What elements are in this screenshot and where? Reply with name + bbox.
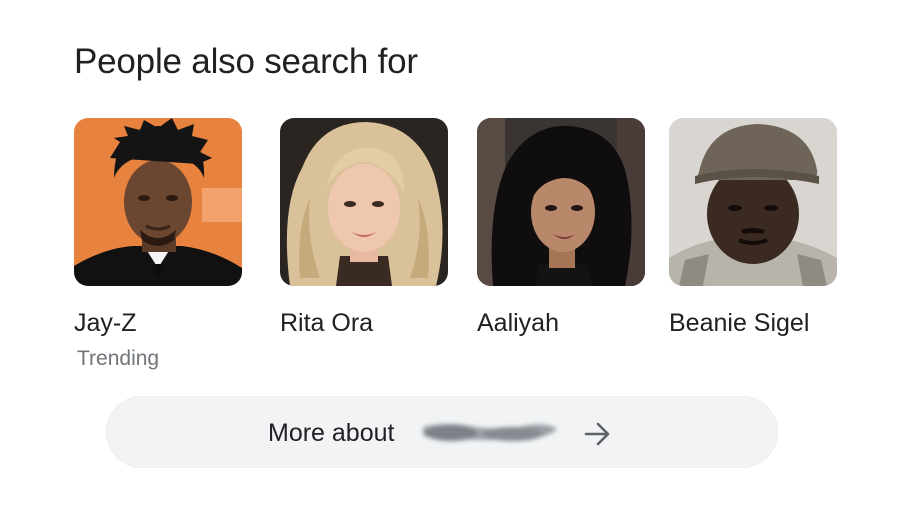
more-about-label: More about xyxy=(268,419,395,447)
person-photo[interactable] xyxy=(280,118,448,286)
person-photo[interactable] xyxy=(477,118,645,286)
person-card-jay-z[interactable]: Jay-Z Trending xyxy=(74,118,242,370)
person-name[interactable]: Aaliyah xyxy=(477,308,559,338)
person-card-beanie-sigel[interactable]: Beanie Sigel xyxy=(669,118,837,337)
more-about-button[interactable]: More about xyxy=(106,396,778,468)
person-name[interactable]: Rita Ora xyxy=(280,308,373,338)
arrow-right-icon xyxy=(584,422,610,446)
person-photo[interactable] xyxy=(74,118,242,286)
person-card-rita-ora[interactable]: Rita Ora xyxy=(280,118,448,337)
redacted-name xyxy=(423,424,557,441)
person-name[interactable]: Beanie Sigel xyxy=(669,308,809,338)
trending-label: Trending xyxy=(77,347,160,370)
person-name[interactable]: Jay-Z xyxy=(74,308,137,338)
section-heading: People also search for xyxy=(74,42,418,81)
person-card-aaliyah[interactable]: Aaliyah xyxy=(477,118,645,337)
person-photo[interactable] xyxy=(669,118,837,286)
